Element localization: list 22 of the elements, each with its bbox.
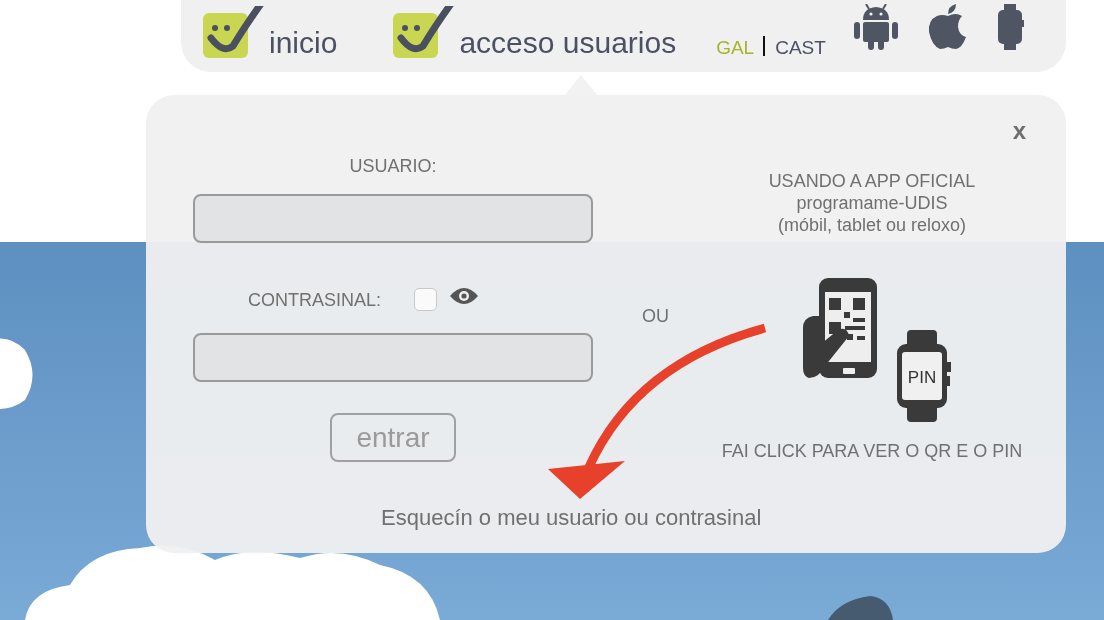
- apple-icon[interactable]: [927, 4, 968, 50]
- show-password-checkbox[interactable]: [414, 288, 437, 311]
- nav-link[interactable]: inicio: [203, 0, 338, 58]
- smiley-check-logo-icon: [393, 6, 456, 58]
- nav-link[interactable]: acceso usuarios: [393, 0, 677, 58]
- or-separator-text: OU: [642, 306, 669, 326]
- password-label: CONTRASINAL:: [248, 288, 381, 311]
- username-label: USUARIO:: [349, 155, 437, 177]
- smiley-check-logo-icon: [203, 6, 265, 58]
- language-link[interactable]: CAST: [775, 38, 826, 58]
- app-info-text: programame-UDIS: [796, 192, 948, 214]
- watch-pin-text: PIN: [907, 368, 937, 387]
- forgot-credentials-link[interactable]: Esquecín o meu usuario ou contrasinal: [381, 505, 762, 531]
- password-field[interactable]: [193, 333, 593, 382]
- android-icon[interactable]: [853, 4, 898, 50]
- username-field[interactable]: [193, 194, 593, 243]
- smartwatch-icon[interactable]: [997, 4, 1024, 50]
- qr-pin-hint-text: FAI CLICK PARA VER O QR E O PIN: [721, 440, 1023, 462]
- eye-icon: [450, 286, 478, 305]
- app-info-text: (móbil, tablet ou reloxo): [777, 214, 967, 236]
- app-info-text: USANDO A APP OFICIAL: [768, 170, 976, 192]
- close-button[interactable]: x: [1012, 117, 1026, 145]
